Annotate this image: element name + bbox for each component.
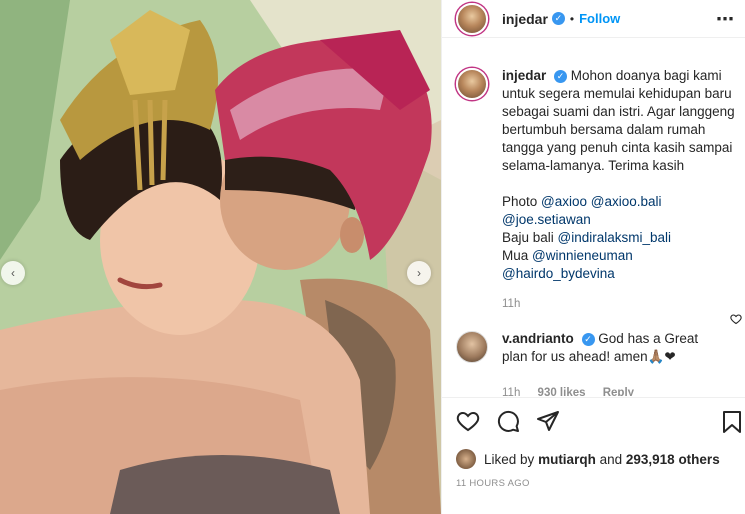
- follow-button[interactable]: Follow: [579, 11, 620, 26]
- mention-link[interactable]: @axioo.bali: [591, 194, 662, 209]
- like-comment-heart-icon[interactable]: [730, 313, 742, 325]
- credit-line: Photo @axioo @axioo.bali: [502, 194, 662, 209]
- verified-badge-icon: ✓: [551, 12, 565, 25]
- comment-item: v.andrianto ✓ God has a Great plan for u…: [442, 313, 745, 396]
- author-avatar[interactable]: [456, 2, 488, 35]
- post-header: injedar ✓ • Follow ⋯: [442, 0, 745, 38]
- credit-line: Baju bali @indiralaksmi_bali: [502, 230, 672, 245]
- caption-time[interactable]: 11h: [502, 295, 736, 313]
- liker-username[interactable]: mutiarqh: [538, 452, 596, 467]
- post-timestamp[interactable]: 11 HOURS AGO: [456, 478, 530, 489]
- mention-link[interactable]: @indiralaksmi_bali: [558, 230, 672, 245]
- next-photo-button[interactable]: ›: [407, 261, 431, 285]
- caption-username[interactable]: injedar: [502, 68, 546, 83]
- likes-count[interactable]: 293,918 others: [626, 452, 720, 467]
- caption-item: injedar ✓ Mohon doanya bagi kami untuk s…: [442, 50, 745, 313]
- liker-avatar[interactable]: [456, 449, 476, 469]
- mention-link[interactable]: @hairdo_bydevina: [502, 266, 615, 281]
- separator-dot: •: [569, 11, 575, 26]
- caption-credits: Photo @axioo @axioo.bali @joe.setiawan B…: [502, 193, 736, 283]
- credit-line: Mua @winnieneuman @hairdo_bydevina: [502, 248, 633, 281]
- likes-summary: Liked by mutiarqh and 293,918 others: [456, 449, 720, 469]
- mention-link[interactable]: @axioo: [541, 194, 587, 209]
- verified-badge-icon: ✓: [581, 332, 595, 346]
- photo-illustration: [0, 0, 441, 514]
- caption-text: Mohon doanya bagi kami untuk segera memu…: [502, 68, 735, 173]
- reply-button[interactable]: Reply: [603, 387, 634, 396]
- like-heart-icon[interactable]: [456, 409, 480, 433]
- commenter-username[interactable]: v.andrianto: [502, 331, 574, 346]
- more-options-icon[interactable]: ⋯: [716, 9, 735, 30]
- author-username[interactable]: injedar: [502, 11, 548, 27]
- likes-middle: and: [599, 451, 623, 467]
- comment-likes[interactable]: 930 likes: [538, 387, 586, 396]
- share-paper-plane-icon[interactable]: [536, 409, 560, 433]
- comment-time[interactable]: 11h: [502, 387, 520, 396]
- commenter-avatar[interactable]: [456, 331, 488, 363]
- mention-link[interactable]: @joe.setiawan: [502, 212, 591, 227]
- credit-line: @joe.setiawan: [502, 211, 736, 229]
- likes-prefix: Liked by: [484, 451, 535, 467]
- post-photo[interactable]: ‹ ›: [0, 0, 441, 514]
- action-bar: [442, 397, 745, 443]
- comment-meta: 11h 930 likes Reply: [502, 384, 712, 396]
- mention-link[interactable]: @winnieneuman: [532, 248, 633, 263]
- save-bookmark-icon[interactable]: [721, 410, 743, 439]
- caption-author-avatar[interactable]: [456, 68, 488, 100]
- comment-bubble-icon[interactable]: [496, 409, 520, 433]
- verified-badge-icon: ✓: [554, 69, 568, 83]
- comments-list[interactable]: injedar ✓ Mohon doanya bagi kami untuk s…: [442, 50, 745, 396]
- previous-photo-button[interactable]: ‹: [1, 261, 25, 285]
- post-sidebar: injedar ✓ • Follow ⋯ injedar ✓ Mohon doa…: [441, 0, 745, 514]
